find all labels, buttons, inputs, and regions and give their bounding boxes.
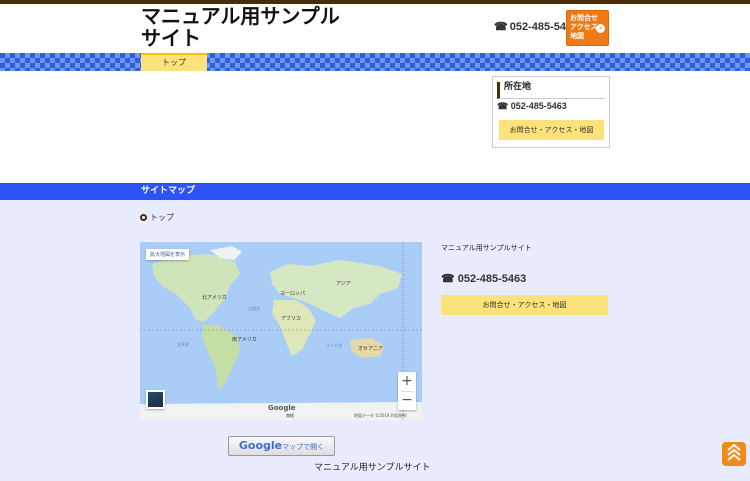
header-contact-button[interactable]: お問合せ アクセス 地図 › — [566, 10, 609, 46]
map-label-atlantic: 大西洋 — [248, 306, 260, 311]
page: マニュアル用サンプル サイト ☎ 052-485-5463 お問合せ アクセス 地… — [0, 0, 750, 481]
footer-phone[interactable]: ☎ 052-485-5463 — [441, 272, 526, 285]
phone-icon: ☎ — [441, 273, 458, 285]
gmaps-rest-label: マップで開く — [282, 443, 325, 451]
sidebar-contact-button[interactable]: お問合せ・アクセス・地図 — [499, 120, 604, 140]
chevrons-up-icon — [727, 444, 741, 461]
page-top-button[interactable] — [722, 442, 746, 466]
map-label-pacific: 太平洋 — [177, 342, 189, 347]
map-label-oceania: オセアニア — [358, 346, 383, 352]
map-label-south-america: 南アメリカ — [232, 337, 257, 343]
map-credit: 地図データ ©2019 利用規約 — [354, 413, 407, 419]
site-title[interactable]: マニュアル用サンプル サイト — [141, 5, 351, 49]
sitemap-link-label: トップ — [150, 213, 174, 222]
copyright: マニュアル用サンプルサイト — [314, 463, 431, 473]
nav-item-top[interactable]: トップ — [141, 53, 207, 71]
footer-contact-button[interactable]: お問合せ・アクセス・地図 — [441, 295, 608, 315]
contact-line1: お問合せ — [570, 14, 598, 22]
bullet-icon — [140, 214, 147, 221]
nav-bar — [0, 53, 750, 71]
footer-phone-number: 052-485-5463 — [457, 273, 527, 285]
zoom-divider — [401, 391, 413, 392]
gmaps-google-label: Google — [238, 439, 283, 452]
phone-icon: ☎ — [497, 101, 511, 111]
footer-site-name: マニュアル用サンプルサイト — [441, 244, 532, 252]
sidebar-phone-number: 052-485-5463 — [510, 101, 567, 111]
map-enlarge-link[interactable]: 拡大地図を表示 — [146, 249, 190, 260]
open-in-google-maps-button[interactable]: Googleマップで開く — [228, 436, 335, 456]
sidebar-phone[interactable]: ☎ 052-485-5463 — [497, 101, 567, 112]
google-map[interactable]: 拡大地図を表示 北アメリカ ヨーロッパ アジア アフリカ 南アメリカ オセアニア… — [140, 242, 422, 420]
map-terms-link[interactable]: 利用規約 — [391, 413, 407, 418]
google-logo: Google — [268, 404, 296, 412]
zoom-in-button[interactable]: + — [398, 372, 416, 391]
map-label-north-america: 北アメリカ — [202, 295, 227, 301]
map-label-indian: インド洋 — [326, 343, 342, 348]
zoom-out-button[interactable]: − — [398, 391, 416, 410]
contact-line3: 地図 — [570, 32, 584, 40]
map-zoom-control: + − — [398, 372, 416, 410]
site-title-line2: サイト — [141, 26, 201, 50]
sidebar-title: 所在地 — [497, 82, 605, 99]
site-title-line1: マニュアル用サンプル — [141, 4, 340, 28]
sitemap-link-top[interactable]: トップ — [140, 212, 174, 223]
map-label-europe: ヨーロッパ — [280, 291, 306, 297]
map-credit-text: 地図データ ©2019 — [354, 413, 390, 418]
map-satellite-toggle[interactable] — [146, 390, 165, 409]
map-label-antarctica: 南極 — [286, 413, 294, 418]
chevron-right-icon: › — [596, 24, 605, 33]
phone-icon: ☎ — [494, 21, 508, 33]
world-map-graphic — [140, 242, 422, 420]
map-label-africa: アフリカ — [281, 316, 302, 322]
sitemap-heading: サイトマップ — [0, 183, 750, 200]
top-border — [0, 0, 750, 4]
sidebar-location-box: 所在地 ☎ 052-485-5463 お問合せ・アクセス・地図 — [492, 76, 610, 148]
map-label-asia: アジア — [336, 281, 351, 287]
